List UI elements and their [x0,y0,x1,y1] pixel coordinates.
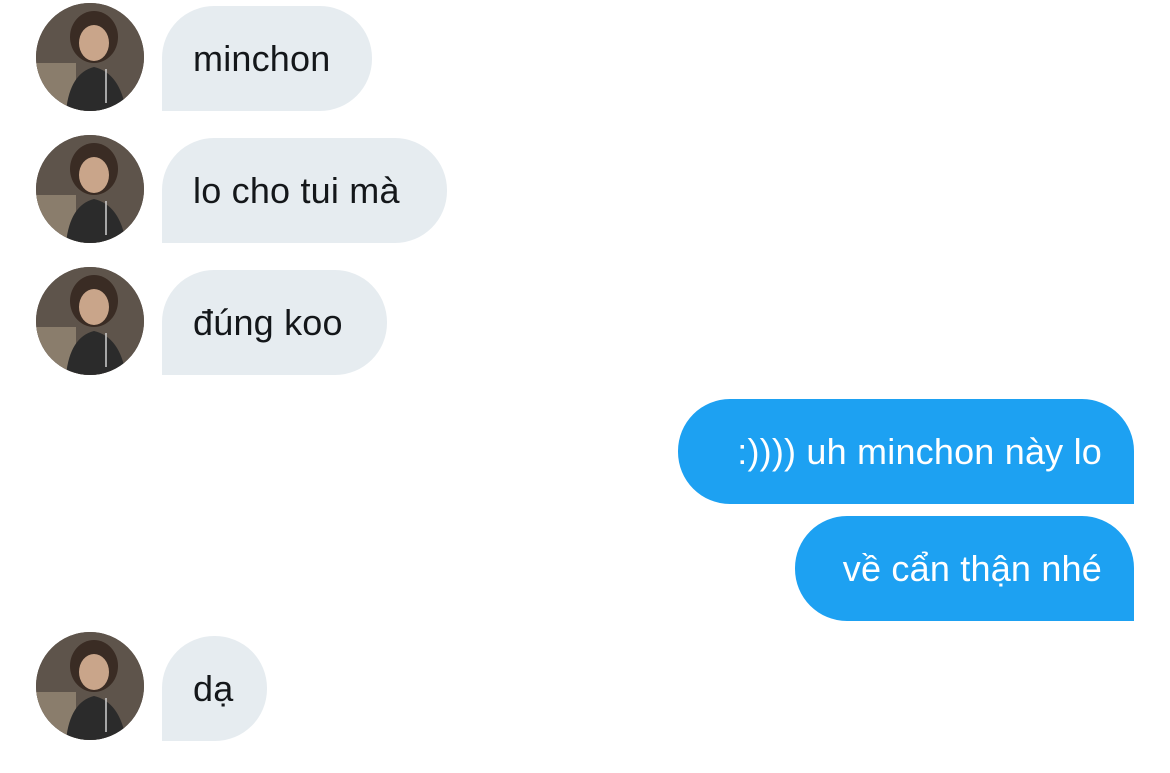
incoming-message-bubble[interactable]: đúng koo [162,270,387,375]
sender-avatar[interactable] [36,632,144,740]
sender-avatar[interactable] [36,135,144,243]
user-photo-icon [36,632,144,740]
user-photo-icon [36,135,144,243]
sender-avatar[interactable] [36,267,144,375]
user-photo-icon [36,267,144,375]
outgoing-message-bubble[interactable]: về cẩn thận nhé [795,516,1134,621]
incoming-message-bubble[interactable]: lo cho tui mà [162,138,447,243]
incoming-message-bubble[interactable]: dạ [162,636,267,741]
sender-avatar[interactable] [36,3,144,111]
user-photo-icon [36,3,144,111]
outgoing-message-bubble[interactable]: :)))) uh minchon này lo [678,399,1134,504]
incoming-message-bubble[interactable]: minchon [162,6,372,111]
